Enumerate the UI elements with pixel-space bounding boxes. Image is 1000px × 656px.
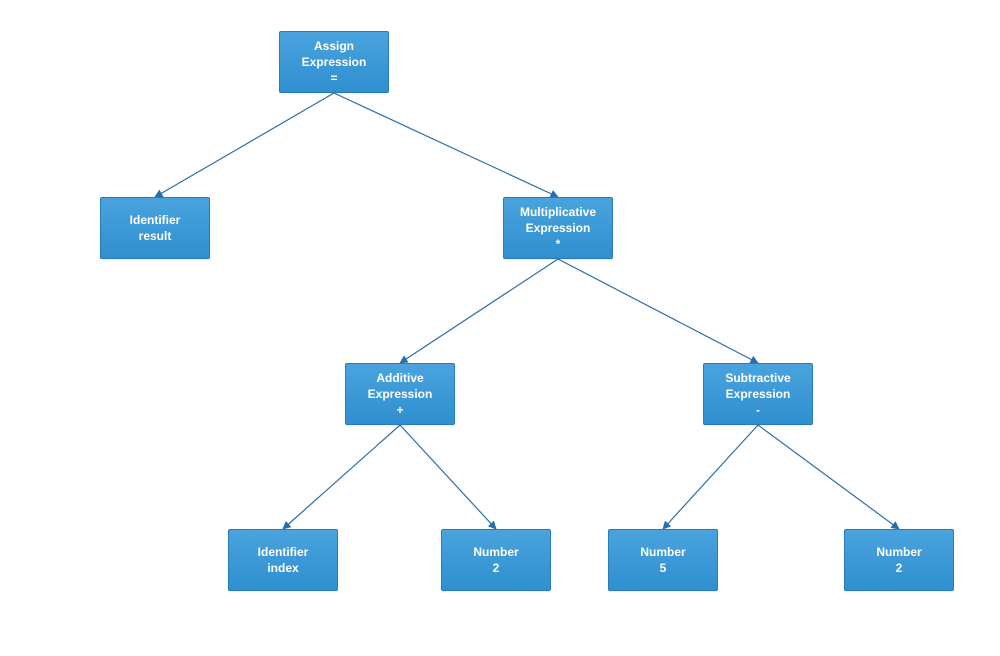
node-line: 2 xyxy=(493,560,500,576)
node-line: Subtractive xyxy=(725,370,790,386)
node-subtractive-expression: Subtractive Expression - xyxy=(703,363,813,425)
node-multiplicative-expression: Multiplicative Expression * xyxy=(503,197,613,259)
node-line: Number xyxy=(876,544,921,560)
edge-arrow xyxy=(155,93,334,197)
node-line: Expression xyxy=(368,386,433,402)
node-line: = xyxy=(330,70,337,86)
node-line: Multiplicative xyxy=(520,204,596,220)
node-number-5: Number 5 xyxy=(608,529,718,591)
node-line: Expression xyxy=(526,220,591,236)
node-line: - xyxy=(756,402,760,418)
node-additive-expression: Additive Expression + xyxy=(345,363,455,425)
edge-arrow xyxy=(283,425,400,529)
node-line: Number xyxy=(473,544,518,560)
node-line: result xyxy=(139,228,172,244)
edge-arrow xyxy=(663,425,758,529)
edge-arrow xyxy=(400,259,558,363)
node-number-2-left: Number 2 xyxy=(441,529,551,591)
node-line: Assign xyxy=(314,38,354,54)
edge-arrow xyxy=(334,93,558,197)
edge-arrow xyxy=(758,425,899,529)
node-line: 5 xyxy=(660,560,667,576)
node-identifier-index: Identifier index xyxy=(228,529,338,591)
edge-arrow xyxy=(400,425,496,529)
edge-arrow xyxy=(558,259,758,363)
node-line: * xyxy=(556,236,561,252)
node-assign-expression: Assign Expression = xyxy=(279,31,389,93)
node-identifier-result: Identifier result xyxy=(100,197,210,259)
node-line: index xyxy=(267,560,298,576)
node-line: Expression xyxy=(302,54,367,70)
node-line: + xyxy=(396,402,403,418)
node-number-2-right: Number 2 xyxy=(844,529,954,591)
node-line: Additive xyxy=(376,370,423,386)
node-line: Expression xyxy=(726,386,791,402)
node-line: Identifier xyxy=(130,212,181,228)
node-line: Identifier xyxy=(258,544,309,560)
node-line: 2 xyxy=(896,560,903,576)
node-line: Number xyxy=(640,544,685,560)
